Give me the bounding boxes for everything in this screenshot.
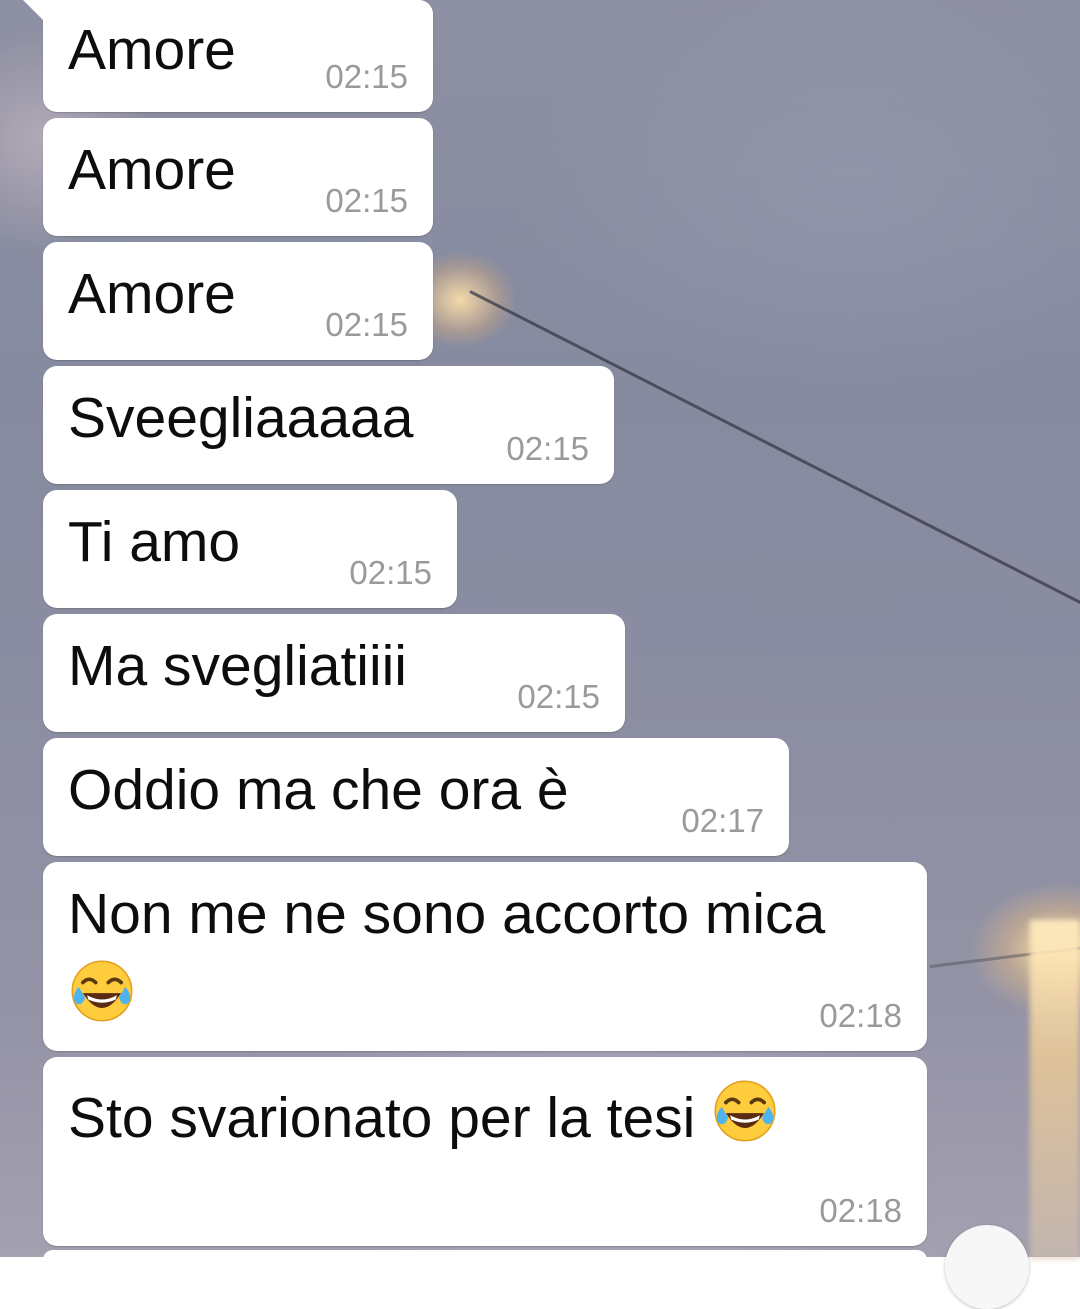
bubble-tail — [23, 0, 43, 20]
message-bubble[interactable]: Oddio ma che ora è 02:17 — [43, 738, 789, 856]
message-timestamp: 02:15 — [506, 430, 589, 467]
message-text: Amore — [68, 138, 236, 202]
message-bubble[interactable]: Ma svegliatiiii 02:15 — [43, 614, 625, 732]
message-timestamp: 02:15 — [325, 182, 408, 219]
message-timestamp: 02:15 — [517, 678, 600, 715]
message-bubble[interactable]: Amore 02:15 — [23, 0, 433, 112]
message-text: Oddio ma che ora è — [68, 758, 569, 822]
message-bubble[interactable]: Sveegliaaaaa 02:15 — [43, 366, 614, 484]
scroll-down-button[interactable] — [945, 1225, 1029, 1309]
message-bubble[interactable]: Non me ne sono accorto mica 02:18 — [43, 862, 927, 1051]
message-bubble[interactable]: Amore 02:15 — [43, 242, 433, 360]
message-text: Amore — [68, 262, 236, 326]
message-timestamp: 02:18 — [819, 1192, 902, 1229]
message-bubble[interactable]: Amore 02:15 — [43, 118, 433, 236]
message-timestamp: 02:18 — [819, 997, 902, 1034]
message-text-content: Sto svarionato per la tesi — [68, 1086, 696, 1150]
message-text: Sto svarionato per la tesi — [68, 1077, 779, 1150]
message-bubble[interactable]: Sto svarionato per la tesi 02:18 — [43, 1057, 927, 1246]
message-text: Sveegliaaaaa — [68, 386, 414, 450]
message-bubble-partial[interactable] — [43, 1250, 927, 1270]
message-text: Non me ne sono accorto mica — [68, 882, 826, 946]
message-timestamp: 02:17 — [681, 802, 764, 839]
message-text: Ma svegliatiiii — [68, 634, 407, 698]
message-list[interactable]: Amore 02:15 Amore 02:15 Amore 02:15 Svee… — [0, 0, 1080, 1309]
tears-of-joy-emoji-icon — [68, 957, 136, 1025]
message-text: Ti amo — [68, 510, 241, 574]
message-timestamp: 02:15 — [325, 306, 408, 343]
message-timestamp: 02:15 — [325, 58, 408, 95]
message-timestamp: 02:15 — [349, 554, 432, 591]
message-bubble[interactable]: Ti amo 02:15 — [43, 490, 457, 608]
tears-of-joy-emoji-icon — [711, 1080, 779, 1150]
message-text: Amore — [68, 18, 236, 82]
